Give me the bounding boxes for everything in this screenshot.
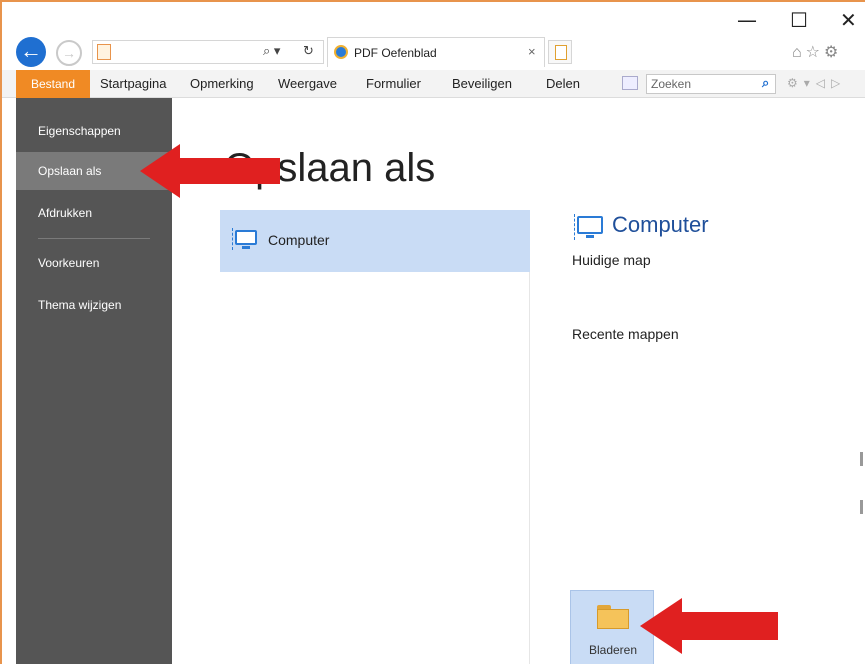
places-list: Computer: [220, 210, 530, 664]
maximize-button[interactable]: ☐: [790, 8, 808, 32]
place-item-computer[interactable]: Computer: [220, 210, 530, 272]
address-search-icon[interactable]: ⌕ ▾: [263, 43, 280, 59]
arrow-right-icon: →: [62, 45, 76, 61]
annotation-arrow-bladeren: [640, 598, 778, 654]
detail-heading: Computer: [612, 212, 709, 237]
computer-icon: [574, 214, 604, 240]
refresh-icon[interactable]: ↻: [303, 43, 314, 59]
place-label: Computer: [268, 232, 330, 248]
annotation-arrow-opslaan: [140, 144, 280, 198]
address-bar[interactable]: ⌕ ▾ ↻: [92, 40, 324, 64]
folder-icon: [597, 605, 629, 629]
forward-button[interactable]: →: [56, 40, 82, 66]
title-bar: — ☐ ✕: [2, 2, 865, 34]
tab-close-icon[interactable]: ×: [528, 44, 536, 59]
navigation-bar: ← → ⌕ ▾ ↻ PDF Oefenblad × ⌂☆⚙: [2, 34, 865, 70]
menu-item-startpagina[interactable]: Startpagina: [100, 76, 167, 91]
search-icon[interactable]: ⌕: [762, 75, 769, 91]
search-tool-icon[interactable]: [622, 76, 638, 90]
browser-tab[interactable]: PDF Oefenblad ×: [327, 37, 545, 67]
minimize-button[interactable]: —: [737, 8, 757, 32]
close-button[interactable]: ✕: [840, 8, 857, 32]
sidebar-divider: [38, 238, 150, 239]
current-folder-label: Huidige map: [572, 252, 651, 268]
menu-item-formulier[interactable]: Formulier: [366, 76, 421, 91]
menu-item-weergave[interactable]: Weergave: [278, 76, 337, 91]
sidebar-item-thema-wijzigen[interactable]: Thema wijzigen: [16, 286, 172, 324]
search-input[interactable]: Zoeken: [646, 74, 776, 94]
menu-item-delen[interactable]: Delen: [546, 76, 580, 91]
sidebar-item-afdrukken[interactable]: Afdrukken: [16, 194, 172, 232]
scroll-marks: [860, 452, 864, 514]
browser-tab-icon: [334, 45, 348, 59]
page-favicon-icon: [97, 44, 111, 60]
search-area: Zoeken ⌕: [622, 74, 782, 94]
browser-toolbar-icons[interactable]: ⌂☆⚙: [792, 42, 842, 62]
recent-folders-label: Recente mappen: [572, 326, 679, 342]
new-tab-button[interactable]: [548, 40, 572, 64]
tab-title: PDF Oefenblad: [354, 46, 437, 60]
menu-item-opmerking[interactable]: Opmerking: [190, 76, 254, 91]
app-window: — ☐ ✕ ← → ⌕ ▾ ↻ PDF Oefenblad × ⌂☆⚙ Best…: [0, 0, 865, 664]
back-button[interactable]: ←: [16, 37, 46, 67]
menu-item-beveiligen[interactable]: Beveiligen: [452, 76, 512, 91]
arrow-left-icon: ←: [20, 38, 42, 63]
menu-tool-icons[interactable]: ⚙▾◁▷: [787, 76, 846, 90]
computer-icon: [232, 228, 258, 250]
menu-bar: Bestand Startpagina Opmerking Weergave F…: [2, 70, 865, 98]
sidebar-item-voorkeuren[interactable]: Voorkeuren: [16, 244, 172, 282]
menu-item-bestand[interactable]: Bestand: [16, 70, 90, 98]
